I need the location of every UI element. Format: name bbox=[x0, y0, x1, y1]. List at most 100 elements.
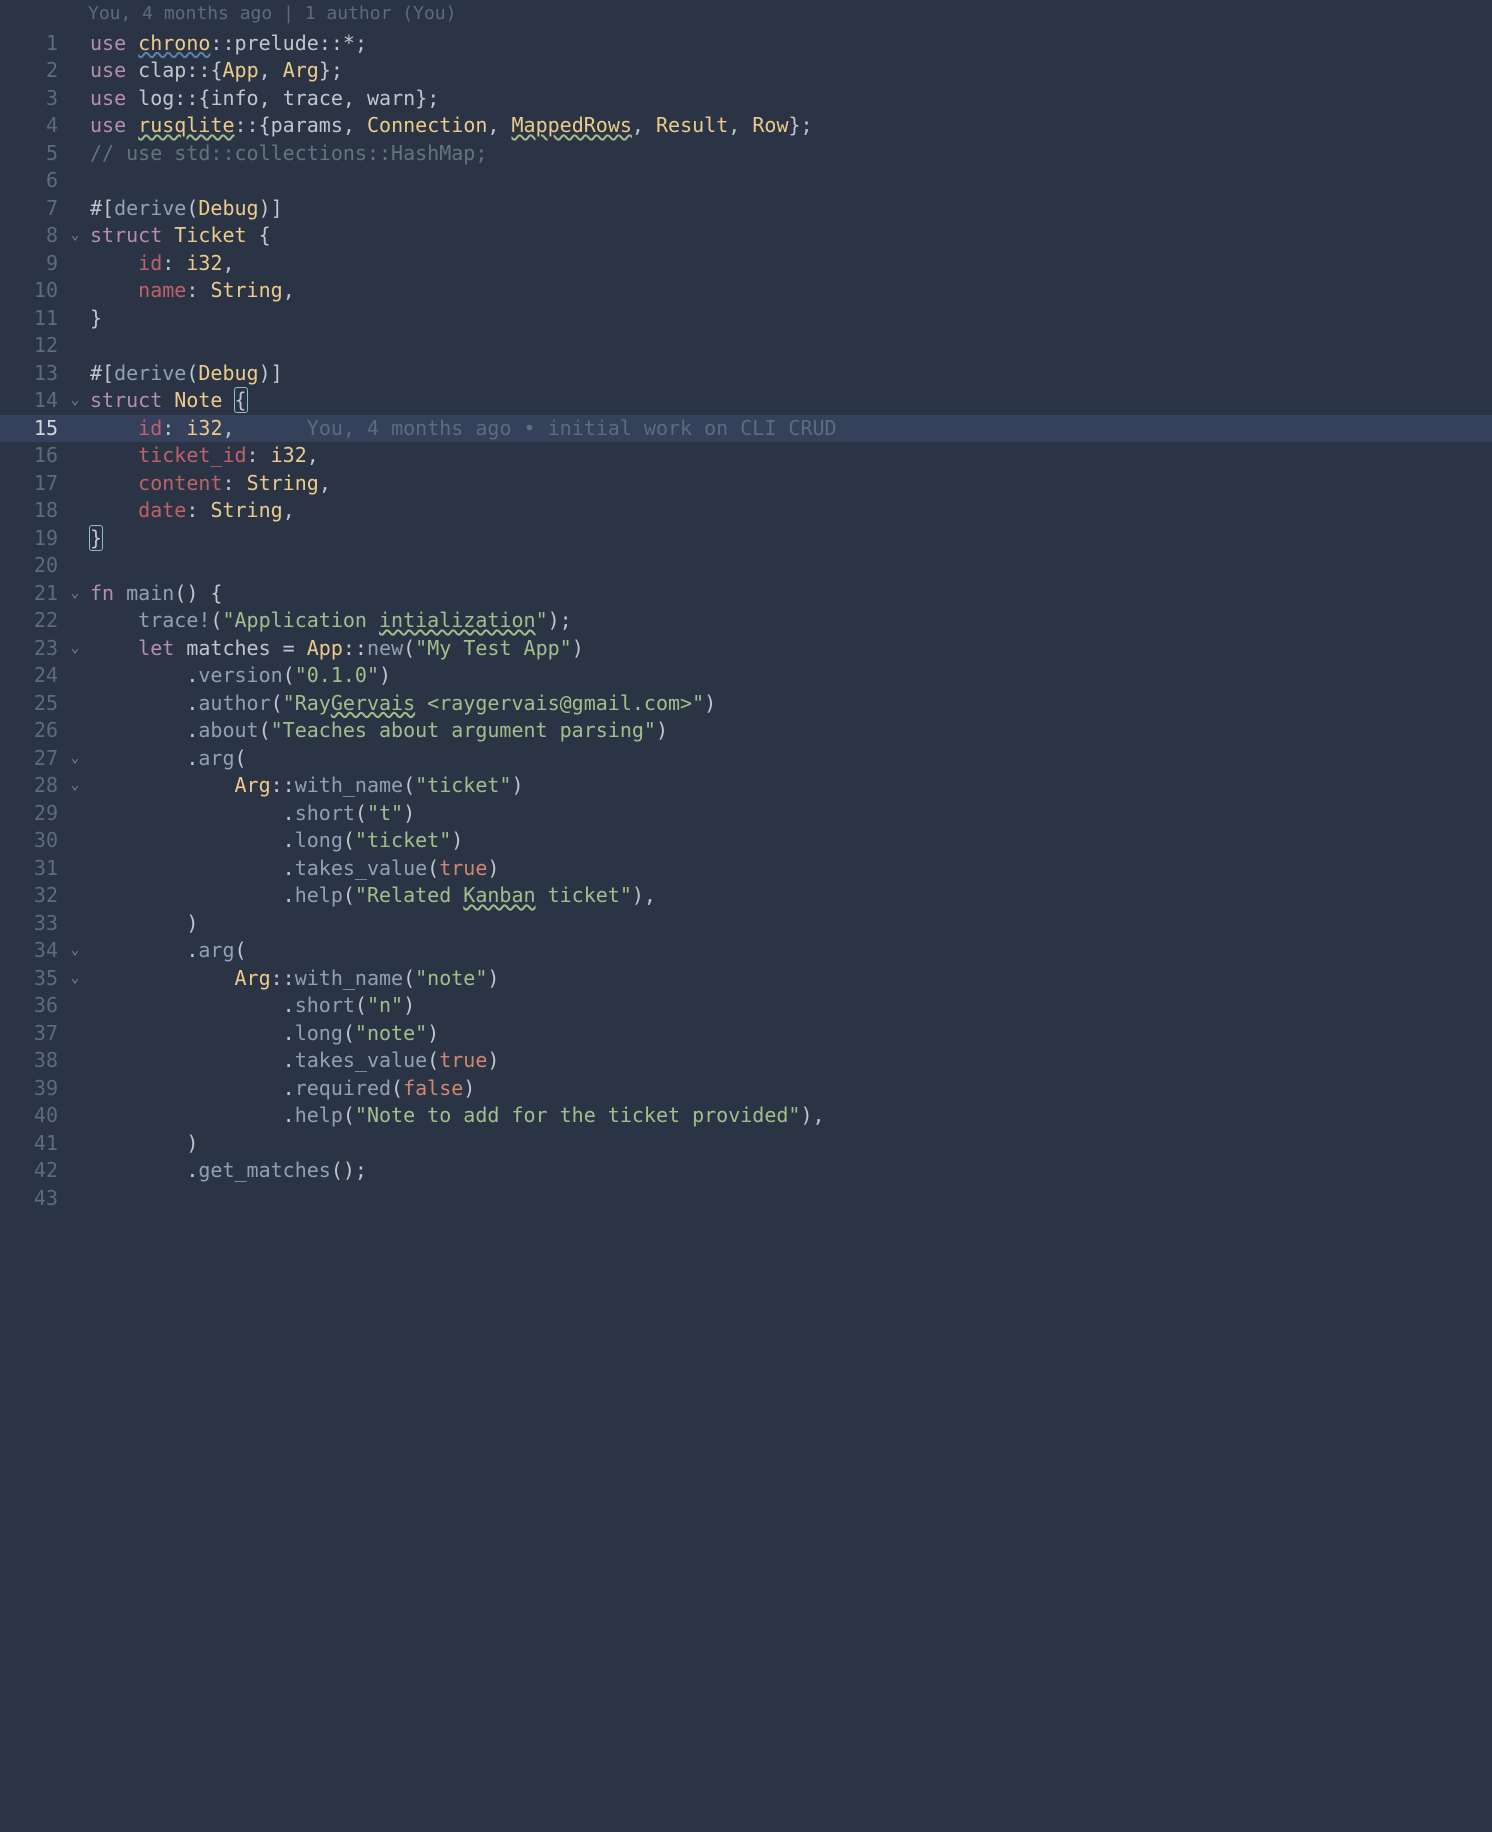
code-content[interactable]: .required(false) bbox=[86, 1075, 1492, 1103]
code-line[interactable]: 35⌄ Arg::with_name("note") bbox=[0, 965, 1492, 993]
code-line[interactable]: 21⌄fn main() { bbox=[0, 580, 1492, 608]
line-number[interactable]: 42 bbox=[0, 1157, 64, 1185]
line-number[interactable]: 34 bbox=[0, 937, 64, 965]
code-content[interactable]: name: String, bbox=[86, 277, 1492, 305]
code-content[interactable]: .short("t") bbox=[86, 800, 1492, 828]
code-content[interactable]: use clap::{App, Arg}; bbox=[86, 57, 1492, 85]
code-line[interactable]: 38 .takes_value(true) bbox=[0, 1047, 1492, 1075]
code-content[interactable]: fn main() { bbox=[86, 580, 1492, 608]
line-number[interactable]: 8 bbox=[0, 222, 64, 250]
fold-toggle-icon[interactable]: ⌄ bbox=[64, 745, 86, 773]
line-number[interactable]: 16 bbox=[0, 442, 64, 470]
line-number[interactable]: 13 bbox=[0, 360, 64, 388]
code-line[interactable]: 11} bbox=[0, 305, 1492, 333]
line-number[interactable]: 28 bbox=[0, 772, 64, 800]
code-lines-container[interactable]: 1 use chrono::prelude::*;2use clap::{App,… bbox=[0, 30, 1492, 1213]
code-line[interactable]: 42 .get_matches(); bbox=[0, 1157, 1492, 1185]
fold-toggle-icon[interactable]: ⌄ bbox=[64, 635, 86, 663]
code-content[interactable]: struct Note { bbox=[86, 387, 1492, 415]
line-number[interactable]: 21 bbox=[0, 580, 64, 608]
code-line[interactable]: 15 id: i32, You, 4 months ago • initial … bbox=[0, 415, 1492, 443]
code-line[interactable]: 13 #[derive(Debug)] bbox=[0, 360, 1492, 388]
code-content[interactable]: .arg( bbox=[86, 745, 1492, 773]
code-content[interactable]: #[derive(Debug)] bbox=[86, 360, 1492, 388]
code-content[interactable]: let matches = App::new("My Test App") bbox=[86, 635, 1492, 663]
code-line[interactable]: 20 bbox=[0, 552, 1492, 580]
line-number[interactable]: 18 bbox=[0, 497, 64, 525]
code-content[interactable]: .version("0.1.0") bbox=[86, 662, 1492, 690]
code-line[interactable]: 18 date: String, bbox=[0, 497, 1492, 525]
line-number[interactable]: 7 bbox=[0, 195, 64, 223]
code-line[interactable]: 41 ) bbox=[0, 1130, 1492, 1158]
code-content[interactable]: // use std::collections::HashMap; bbox=[86, 140, 1492, 168]
code-content[interactable]: ) bbox=[86, 1130, 1492, 1158]
code-content[interactable]: .takes_value(true) bbox=[86, 1047, 1492, 1075]
code-content[interactable]: Arg::with_name("note") bbox=[86, 965, 1492, 993]
code-line[interactable]: 2use clap::{App, Arg}; bbox=[0, 57, 1492, 85]
line-number[interactable]: 20 bbox=[0, 552, 64, 580]
line-number[interactable]: 41 bbox=[0, 1130, 64, 1158]
line-number[interactable]: 15 bbox=[0, 415, 64, 443]
code-line[interactable]: 26 .about("Teaches about argument parsin… bbox=[0, 717, 1492, 745]
code-content[interactable]: } bbox=[86, 305, 1492, 333]
line-number[interactable]: 22 bbox=[0, 607, 64, 635]
line-number[interactable]: 39 bbox=[0, 1075, 64, 1103]
code-line[interactable]: 37 .long("note") bbox=[0, 1020, 1492, 1048]
code-line[interactable]: 10 name: String, bbox=[0, 277, 1492, 305]
line-number[interactable]: 9 bbox=[0, 250, 64, 278]
code-content[interactable]: } bbox=[86, 525, 1492, 553]
line-number[interactable]: 25 bbox=[0, 690, 64, 718]
code-line[interactable]: 7 #[derive(Debug)] bbox=[0, 195, 1492, 223]
code-line[interactable]: 24 .version("0.1.0") bbox=[0, 662, 1492, 690]
line-number[interactable]: 38 bbox=[0, 1047, 64, 1075]
code-content[interactable]: .help("Note to add for the ticket provid… bbox=[86, 1102, 1492, 1130]
code-line[interactable]: 23⌄ let matches = App::new("My Test App"… bbox=[0, 635, 1492, 663]
code-content[interactable]: .short("n") bbox=[86, 992, 1492, 1020]
code-line[interactable]: 36 .short("n") bbox=[0, 992, 1492, 1020]
line-number[interactable]: 19 bbox=[0, 525, 64, 553]
code-content[interactable]: use chrono::prelude::*; bbox=[86, 30, 1492, 58]
code-line[interactable]: 22 trace!("Application intialization"); bbox=[0, 607, 1492, 635]
line-number[interactable]: 29 bbox=[0, 800, 64, 828]
code-content[interactable]: Arg::with_name("ticket") bbox=[86, 772, 1492, 800]
code-line[interactable]: 12 bbox=[0, 332, 1492, 360]
code-content[interactable]: .get_matches(); bbox=[86, 1157, 1492, 1185]
line-number[interactable]: 27 bbox=[0, 745, 64, 773]
code-content[interactable]: .takes_value(true) bbox=[86, 855, 1492, 883]
line-number[interactable]: 5 bbox=[0, 140, 64, 168]
code-line[interactable]: 25 .author("RayGervais <raygervais@gmail… bbox=[0, 690, 1492, 718]
code-editor[interactable]: You, 4 months ago | 1 author (You) 1use … bbox=[0, 0, 1492, 1212]
line-number[interactable]: 43 bbox=[0, 1185, 64, 1213]
code-line[interactable]: 4use rusqlite::{params, Connection, Mapp… bbox=[0, 112, 1492, 140]
code-line[interactable]: 14⌄struct Note { bbox=[0, 387, 1492, 415]
line-number[interactable]: 37 bbox=[0, 1020, 64, 1048]
code-line[interactable]: 9 id: i32, bbox=[0, 250, 1492, 278]
fold-toggle-icon[interactable]: ⌄ bbox=[64, 222, 86, 250]
code-content[interactable]: .author("RayGervais <raygervais@gmail.co… bbox=[86, 690, 1492, 718]
line-number[interactable]: 23 bbox=[0, 635, 64, 663]
line-number[interactable]: 12 bbox=[0, 332, 64, 360]
code-content[interactable]: .long("ticket") bbox=[86, 827, 1492, 855]
fold-toggle-icon[interactable]: ⌄ bbox=[64, 387, 86, 415]
code-content[interactable]: ticket_id: i32, bbox=[86, 442, 1492, 470]
code-line[interactable]: 32 .help("Related Kanban ticket"), bbox=[0, 882, 1492, 910]
code-line[interactable]: 34⌄ .arg( bbox=[0, 937, 1492, 965]
line-number[interactable]: 6 bbox=[0, 167, 64, 195]
line-number[interactable]: 33 bbox=[0, 910, 64, 938]
code-line[interactable]: 8⌄struct Ticket { bbox=[0, 222, 1492, 250]
code-content[interactable]: .help("Related Kanban ticket"), bbox=[86, 882, 1492, 910]
line-number[interactable]: 1 bbox=[0, 30, 64, 58]
line-number[interactable]: 14 bbox=[0, 387, 64, 415]
code-content[interactable]: struct Ticket { bbox=[86, 222, 1492, 250]
code-content[interactable]: trace!("Application intialization"); bbox=[86, 607, 1492, 635]
code-line[interactable]: 39 .required(false) bbox=[0, 1075, 1492, 1103]
code-content[interactable]: #[derive(Debug)] bbox=[86, 195, 1492, 223]
code-content[interactable]: .about("Teaches about argument parsing") bbox=[86, 717, 1492, 745]
code-content[interactable]: date: String, bbox=[86, 497, 1492, 525]
line-number[interactable]: 36 bbox=[0, 992, 64, 1020]
fold-toggle-icon[interactable]: ⌄ bbox=[64, 937, 86, 965]
code-content[interactable]: .arg( bbox=[86, 937, 1492, 965]
code-line[interactable]: 6 bbox=[0, 167, 1492, 195]
code-line[interactable]: 1 use chrono::prelude::*; bbox=[0, 30, 1492, 58]
code-content[interactable]: use rusqlite::{params, Connection, Mappe… bbox=[86, 112, 1492, 140]
